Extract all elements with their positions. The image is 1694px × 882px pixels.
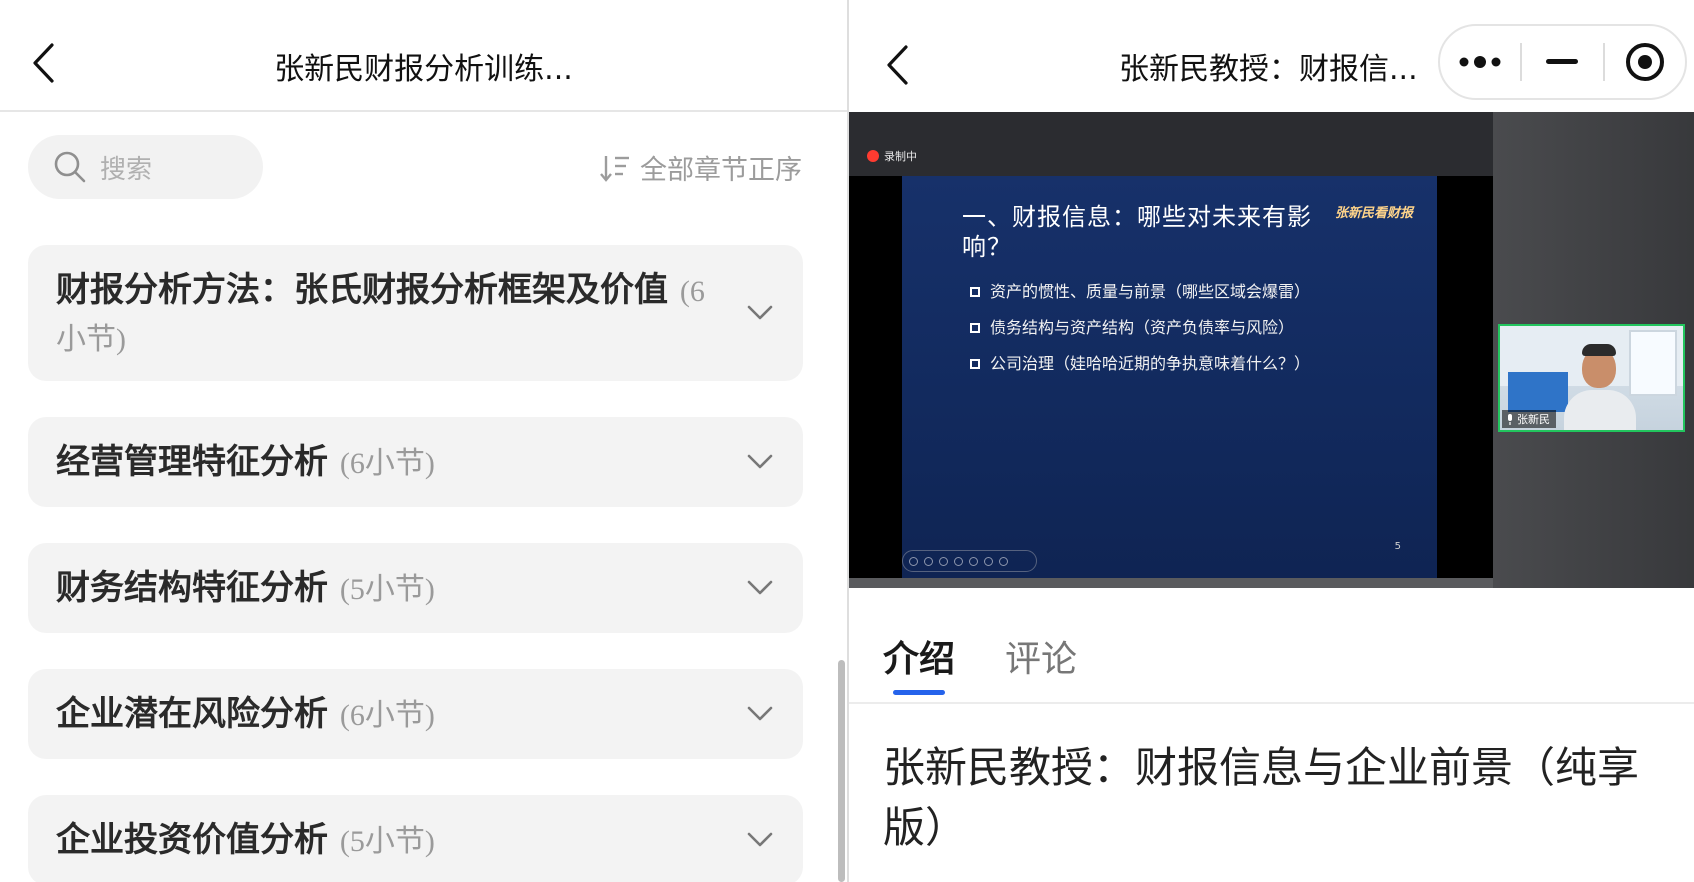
chapter-title: 经营管理特征分析 [56,442,328,482]
slide-page-number: 5 [1394,541,1401,552]
toolbar-icon [939,556,948,566]
recording-label: 录制中 [884,150,917,163]
bullet-square-icon [970,359,980,369]
slide-title: 一、财报信息：哪些对未来有影响？ [962,203,1312,261]
slide-bullets: 资产的惯性、质量与前景（哪些区域会爆雷） 债务结构与资产结构（资产负债率与风险）… [970,274,1310,382]
slide-toolbar [902,550,1037,572]
chapter-item[interactable]: 财务结构特征分析 (5小节) [28,543,803,633]
record-dot-icon [867,150,879,162]
slide-bullet: 资产的惯性、质量与前景（哪些区域会爆雷） [970,274,1310,310]
chapter-count: (5小节) [339,825,435,858]
chevron-down-icon [747,454,773,469]
chapter-item[interactable]: 经营管理特征分析 (6小节) [28,417,803,507]
toolbar-icon [924,556,933,566]
video-player-pane: 张新民教授：财报信... 录制中 张新民看财报 一、财报信息：哪些对未来有影响？… [849,0,1694,882]
scrollbar-thumb[interactable] [838,660,845,882]
video-bottom-bar [849,578,1493,588]
video-player[interactable]: 录制中 张新民看财报 一、财报信息：哪些对未来有影响？ 资产的惯性、质量与前景（… [849,112,1694,588]
course-intro-title: 张新民教授：财报信息与企业前景（纯享版） [883,743,1640,852]
tab-intro[interactable]: 介绍 [883,630,955,682]
active-tab-indicator [893,690,945,695]
chevron-down-icon [747,580,773,595]
speaker-name-tag: 张新民 [1502,410,1556,428]
sort-icon [600,155,629,182]
chapter-count: (6小节) [339,447,435,480]
toolbar-icon [984,556,993,566]
chapter-count: (5小节) [339,573,435,606]
mini-program-capsule [1438,24,1687,100]
toolbar-icon [969,556,978,566]
page-title: 张新民财报分析训练... [274,52,573,87]
camera-window [1629,330,1677,396]
catalog-header: 张新民财报分析训练... [0,0,847,112]
minimize-button[interactable] [1522,26,1602,98]
chapter-title: 企业潜在风险分析 [56,694,328,734]
chapter-count: (6小节) [339,699,435,732]
sort-label: 全部章节正序 [640,155,802,186]
chapter-item[interactable]: 企业潜在风险分析 (6小节) [28,669,803,759]
more-dots-icon [1459,56,1501,68]
slide-bullet: 公司治理（娃哈哈近期的争执意味着什么？） [970,346,1310,382]
toolbar-icon [909,556,918,566]
chevron-down-icon [747,305,773,320]
back-button[interactable] [877,38,917,92]
page-title: 张新民教授：财报信... [1119,52,1418,87]
search-placeholder: 搜索 [100,154,153,185]
recording-indicator: 录制中 [867,148,917,164]
close-button[interactable] [1605,26,1685,98]
more-button[interactable] [1440,26,1520,98]
bullet-text: 债务结构与资产结构（资产负债率与风险） [990,318,1295,337]
split-screen: 张新民财报分析训练... 搜索 全部章节正序 财报分析方法：张氏财报分析框架及价… [0,0,1694,882]
tab-comments[interactable]: 评论 [1005,630,1077,682]
speaker-hair [1582,344,1616,356]
camera-blue-furniture [1508,372,1568,412]
sort-order-button[interactable]: 全部章节正序 [600,148,802,187]
chapter-title: 财报分析方法：张氏财报分析框架及价值 [56,270,668,310]
back-button[interactable] [18,36,68,90]
chevron-left-icon [887,45,908,85]
speaker-name: 张新民 [1517,413,1550,426]
bullet-text: 资产的惯性、质量与前景（哪些区域会爆雷） [990,282,1311,301]
letterbox-left [849,176,902,578]
course-catalog-pane: 张新民财报分析训练... 搜索 全部章节正序 财报分析方法：张氏财报分析框架及价… [0,0,847,882]
chevron-left-icon [33,43,54,83]
chapter-item[interactable]: 企业投资价值分析 (5小节) [28,795,803,882]
bullet-square-icon [970,323,980,333]
chevron-down-icon [747,832,773,847]
chapter-title: 企业投资价值分析 [56,820,328,860]
letterbox-right [1437,176,1493,578]
chapter-item[interactable]: 财报分析方法：张氏财报分析框架及价值 (6小节) [28,245,803,381]
toolbar-icon [999,556,1008,566]
speaker-body [1564,390,1636,430]
microphone-icon [1508,413,1512,425]
chapter-title: 财务结构特征分析 [56,568,328,608]
search-icon [54,151,86,183]
minus-icon [1546,59,1579,64]
chevron-down-icon [747,706,773,721]
slide-bullet: 债务结构与资产结构（资产负债率与风险） [970,310,1310,346]
player-header: 张新民教授：财报信... [849,0,1694,112]
target-close-icon [1625,43,1664,81]
bullet-square-icon [970,287,980,297]
search-input[interactable]: 搜索 [28,135,263,199]
video-top-bar: 录制中 [849,112,1493,176]
bullet-text: 公司治理（娃哈哈近期的争执意味着什么？） [990,354,1311,373]
speaker-camera-thumbnail[interactable]: 张新民 [1498,324,1685,432]
toolbar-icon [954,556,963,566]
chapter-list: 财报分析方法：张氏财报分析框架及价值 (6小节) 经营管理特征分析 (6小节) … [28,245,803,882]
presentation-slide: 张新民看财报 一、财报信息：哪些对未来有影响？ 资产的惯性、质量与前景（哪些区域… [902,176,1437,578]
content-tabs: 介绍 评论 [849,604,1694,704]
